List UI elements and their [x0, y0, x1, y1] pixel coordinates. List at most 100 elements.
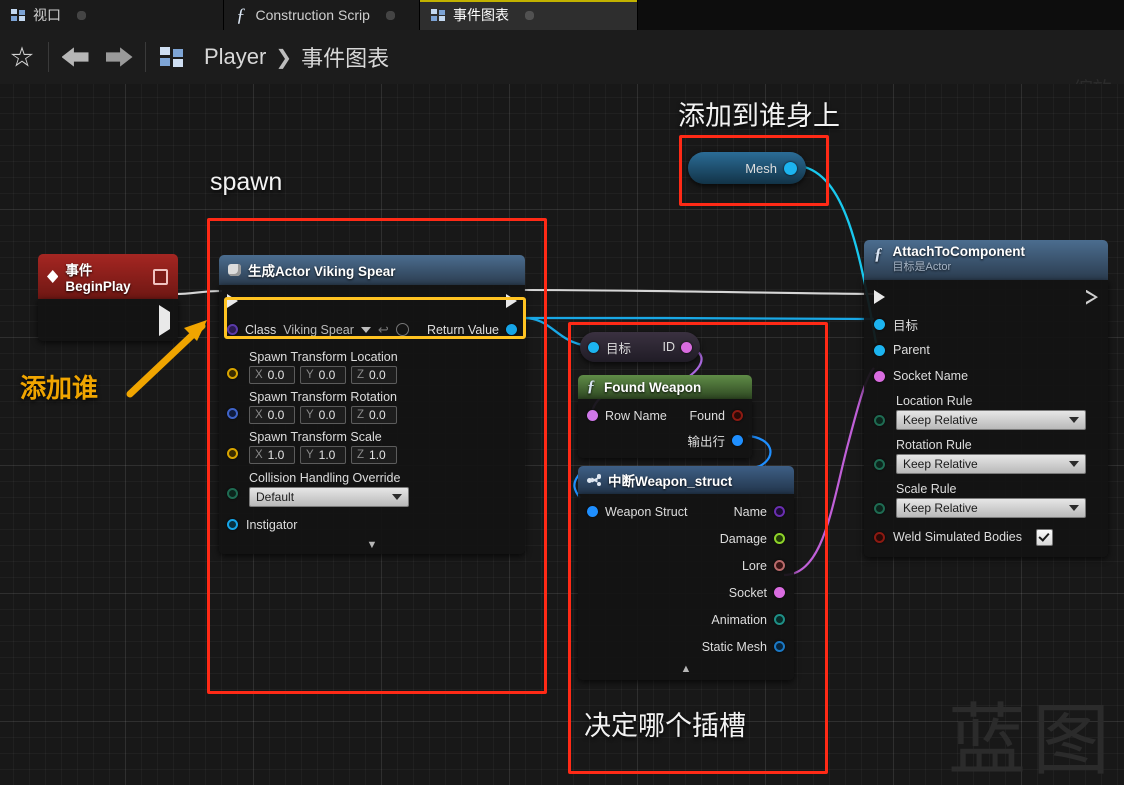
return-value-label: Return Value [426, 322, 499, 337]
tab-viewport[interactable]: 视口 [0, 0, 224, 30]
tab-construction-script[interactable]: ƒ Construction Scrip [224, 0, 420, 30]
socket-name-label: Socket Name [893, 369, 969, 384]
break-struct-icon [587, 474, 601, 486]
exec-in-pin[interactable] [227, 293, 238, 308]
target-id-row: 目标 ID [580, 332, 700, 362]
breadcrumb-leaf[interactable]: 事件图表 [301, 41, 389, 73]
graph-toolbar: Player ❯ 事件图表 缩放- [0, 30, 1124, 100]
spawn-rotation-label: Spawn Transform Rotation [249, 390, 397, 404]
node-header: 中断Weapon_struct [578, 466, 794, 494]
reset-arrow-icon[interactable]: ↩ [378, 323, 389, 336]
spawn-location-pin[interactable] [227, 368, 238, 379]
node-target-id[interactable]: 目标 ID [580, 332, 700, 362]
node-body: Row Name Found 输出行 [578, 399, 752, 458]
weld-pin[interactable] [874, 531, 885, 543]
rotation-z-field[interactable]: Z 0.0 [351, 406, 397, 424]
spawn-scale-pin[interactable] [227, 448, 238, 459]
output-label: Damage [719, 531, 767, 546]
breadcrumb: Player ❯ 事件图表 [150, 41, 389, 73]
found-label: Found [689, 408, 725, 423]
collision-dropdown[interactable]: Default [249, 487, 409, 507]
damage-row: Damage [587, 529, 785, 548]
favorite-button[interactable] [0, 30, 44, 84]
blueprint-graph-canvas[interactable]: 蓝图 事件BeginPlay 生成Actor Viking Spear Clas… [0, 84, 1124, 785]
found-output-pin[interactable] [732, 410, 743, 421]
tab-label: 事件图表 [453, 7, 509, 23]
tab-event-graph[interactable]: 事件图表 [420, 0, 638, 30]
node-get-mesh[interactable]: Mesh [688, 152, 806, 184]
node-break-weapon-struct[interactable]: 中断Weapon_struct Weapon Struct Name Damag… [578, 466, 794, 680]
weapon-struct-input-pin[interactable] [587, 506, 598, 517]
expand-down-icon[interactable]: ▼ [219, 538, 525, 554]
static-mesh-row: Static Mesh [587, 637, 785, 656]
parent-pin[interactable] [874, 344, 885, 356]
spawn-location-vector: X 0.0 Y 0.0 Z 0.0 [249, 366, 517, 384]
static-mesh-output-pin[interactable] [774, 641, 785, 652]
class-input-pin[interactable] [227, 324, 238, 335]
chevron-right-icon: ❯ [275, 46, 293, 69]
location-y-field[interactable]: Y 0.0 [300, 366, 346, 384]
instigator-pin[interactable] [227, 519, 238, 530]
spawn-rotation-pin[interactable] [227, 408, 238, 419]
mesh-output-pin[interactable] [784, 161, 797, 175]
collapse-up-icon[interactable]: ▲ [587, 662, 785, 678]
weld-checkbox[interactable] [1036, 528, 1054, 546]
node-title: AttachToComponent [892, 244, 1025, 259]
scale-rule-group: Scale Rule Keep Relative [874, 482, 1098, 518]
grid-icon [431, 8, 446, 22]
row-name-pin[interactable] [587, 410, 598, 421]
id-output-pin[interactable] [681, 341, 692, 353]
annotation-attach-target: 添加到谁身上 [678, 101, 840, 131]
rotation-x-field[interactable]: X 0.0 [249, 406, 295, 424]
location-rule-pin[interactable] [874, 414, 885, 426]
location-z-field[interactable]: Z 0.0 [351, 366, 397, 384]
scale-rule-pin[interactable] [874, 502, 885, 514]
exec-out-pin[interactable] [506, 293, 517, 308]
exec-in-pin[interactable] [874, 290, 885, 305]
rotation-rule-pin[interactable] [874, 458, 885, 470]
out-row-pin[interactable] [732, 435, 743, 446]
target-pin[interactable] [874, 318, 885, 330]
chevron-down-icon [392, 494, 402, 500]
location-rule-dropdown[interactable]: Keep Relative [896, 409, 1086, 430]
node-spawn-actor-viking-spear[interactable]: 生成Actor Viking Spear Class Viking Spear … [219, 255, 525, 554]
chevron-down-icon[interactable] [360, 326, 371, 333]
socket-name-pin[interactable] [874, 370, 885, 382]
rotation-y-field[interactable]: Y 0.0 [300, 406, 346, 424]
exec-out-pin[interactable] [1086, 290, 1098, 305]
event-badge-icon [153, 268, 168, 285]
socket-output-pin[interactable] [774, 587, 785, 598]
rotation-rule-dropdown[interactable]: Keep Relative [896, 453, 1086, 474]
tab-close-icon[interactable] [76, 9, 87, 21]
browse-icon[interactable] [395, 323, 409, 336]
exec-out-pin[interactable] [159, 305, 170, 336]
forward-button[interactable] [97, 30, 141, 84]
function-icon: ƒ [587, 378, 595, 395]
rotation-rule-value: Keep Relative [903, 456, 978, 471]
name-output-pin[interactable] [774, 506, 785, 517]
spawn-location-label: Spawn Transform Location [249, 350, 398, 364]
scale-x-field[interactable]: X 1.0 [249, 446, 295, 464]
damage-output-pin[interactable] [774, 533, 785, 544]
target-input-pin[interactable] [588, 341, 599, 353]
breadcrumb-root[interactable]: Player [204, 44, 266, 70]
chevron-down-icon [1069, 460, 1079, 467]
rotation-rule-group: Rotation Rule Keep Relative [874, 438, 1098, 474]
collision-pin[interactable] [227, 488, 238, 499]
animation-output-pin[interactable] [774, 614, 785, 625]
node-found-weapon[interactable]: ƒ Found Weapon Row Name Found 输出行 [578, 375, 752, 458]
tab-close-icon[interactable] [524, 9, 535, 21]
scale-z-field[interactable]: Z 1.0 [351, 446, 397, 464]
return-value-pin[interactable] [506, 324, 517, 335]
lore-output-pin[interactable] [774, 560, 785, 571]
node-attach-to-component[interactable]: ƒ AttachToComponent 目标是Actor 目标 Parent S… [864, 240, 1108, 557]
scale-rule-dropdown[interactable]: Keep Relative [896, 497, 1086, 518]
tab-label: Construction Scrip [255, 7, 370, 23]
tab-close-icon[interactable] [384, 9, 396, 21]
function-icon: ƒ [236, 4, 246, 26]
class-value-dropdown[interactable]: Viking Spear [283, 323, 354, 337]
scale-y-field[interactable]: Y 1.0 [300, 446, 346, 464]
node-event-begin-play[interactable]: 事件BeginPlay [38, 254, 178, 341]
back-button[interactable] [53, 30, 97, 84]
location-x-field[interactable]: X 0.0 [249, 366, 295, 384]
